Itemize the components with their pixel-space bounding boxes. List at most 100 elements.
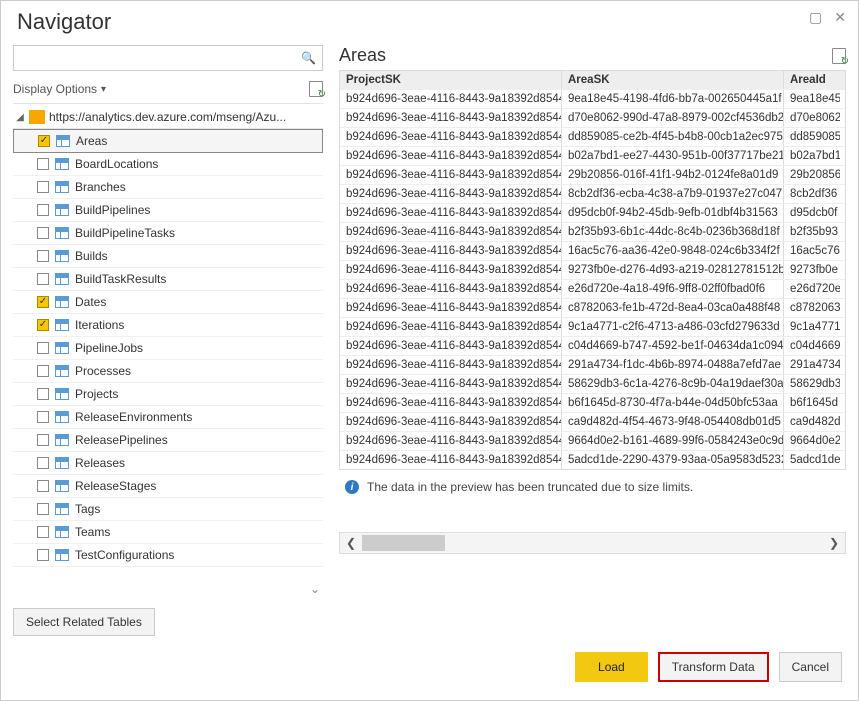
- refresh-preview-icon[interactable]: [832, 48, 846, 64]
- search-icon[interactable]: 🔍: [301, 51, 316, 65]
- checkbox[interactable]: [37, 480, 49, 492]
- table-row[interactable]: b924d696-3eae-4116-8443-9a18392d8544b6f1…: [340, 393, 845, 412]
- tree-item-label: ReleasePipelines: [75, 433, 168, 447]
- table-row[interactable]: b924d696-3eae-4116-8443-9a18392d85448cb2…: [340, 184, 845, 203]
- search-input[interactable]: [20, 50, 301, 66]
- scroll-right-icon[interactable]: ❯: [823, 536, 845, 550]
- tree-item-releases[interactable]: Releases: [13, 452, 323, 475]
- tree-item-buildpipelines[interactable]: BuildPipelines: [13, 199, 323, 222]
- tree-item-label: BuildPipelines: [75, 203, 150, 217]
- cell: b2f35b93: [784, 223, 840, 241]
- table-row[interactable]: b924d696-3eae-4116-8443-9a18392d8544c878…: [340, 298, 845, 317]
- tree-item-processes[interactable]: Processes: [13, 360, 323, 383]
- tree-item-dates[interactable]: ✓Dates: [13, 291, 323, 314]
- display-options-button[interactable]: Display Options ▾: [13, 82, 106, 96]
- scroll-left-icon[interactable]: ❮: [340, 536, 362, 550]
- table-row[interactable]: b924d696-3eae-4116-8443-9a18392d854429b2…: [340, 165, 845, 184]
- table-row[interactable]: b924d696-3eae-4116-8443-9a18392d8544d95d…: [340, 203, 845, 222]
- checkbox[interactable]: [37, 526, 49, 538]
- tree-item-teams[interactable]: Teams: [13, 521, 323, 544]
- checkbox[interactable]: [37, 273, 49, 285]
- table-row[interactable]: b924d696-3eae-4116-8443-9a18392d854416ac…: [340, 241, 845, 260]
- checkbox[interactable]: [37, 549, 49, 561]
- tree-item-testconfigurations[interactable]: TestConfigurations: [13, 544, 323, 567]
- checkbox[interactable]: [37, 204, 49, 216]
- table-row[interactable]: b924d696-3eae-4116-8443-9a18392d85449664…: [340, 431, 845, 450]
- cell: 16ac5c76: [784, 242, 840, 260]
- cell: e26d720e: [784, 280, 840, 298]
- tree-item-iterations[interactable]: ✓Iterations: [13, 314, 323, 337]
- tree-item-label: Processes: [75, 364, 131, 378]
- table-icon: [55, 227, 69, 239]
- table-row[interactable]: b924d696-3eae-4116-8443-9a18392d85449ea1…: [340, 89, 845, 108]
- tree-item-releaseenvironments[interactable]: ReleaseEnvironments: [13, 406, 323, 429]
- col-areaid[interactable]: AreaId: [784, 71, 840, 89]
- scroll-thumb[interactable]: [362, 535, 445, 551]
- tree-item-pipelinejobs[interactable]: PipelineJobs: [13, 337, 323, 360]
- table-row[interactable]: b924d696-3eae-4116-8443-9a18392d85449273…: [340, 260, 845, 279]
- tree-item-builds[interactable]: Builds: [13, 245, 323, 268]
- table-row[interactable]: b924d696-3eae-4116-8443-9a18392d8544b2f3…: [340, 222, 845, 241]
- checkbox[interactable]: [37, 227, 49, 239]
- checkbox[interactable]: [37, 434, 49, 446]
- scroll-track[interactable]: [362, 533, 823, 553]
- table-row[interactable]: b924d696-3eae-4116-8443-9a18392d8544ca9d…: [340, 412, 845, 431]
- table-row[interactable]: b924d696-3eae-4116-8443-9a18392d8544d70e…: [340, 108, 845, 127]
- col-projectsk[interactable]: ProjectSK: [340, 71, 562, 89]
- checkbox[interactable]: [37, 342, 49, 354]
- table-row[interactable]: b924d696-3eae-4116-8443-9a18392d8544e26d…: [340, 279, 845, 298]
- table-icon: [55, 388, 69, 400]
- tree-item-projects[interactable]: Projects: [13, 383, 323, 406]
- checkbox[interactable]: [37, 365, 49, 377]
- table-row[interactable]: b924d696-3eae-4116-8443-9a18392d85449c1a…: [340, 317, 845, 336]
- cell: 9273fb0e: [784, 261, 840, 279]
- search-box[interactable]: 🔍: [13, 45, 323, 71]
- table-icon: [56, 135, 70, 147]
- cell: b924d696-3eae-4116-8443-9a18392d8544: [340, 394, 562, 412]
- table-row[interactable]: b924d696-3eae-4116-8443-9a18392d8544b02a…: [340, 146, 845, 165]
- table-row[interactable]: b924d696-3eae-4116-8443-9a18392d85445adc…: [340, 450, 845, 469]
- tree-item-tags[interactable]: Tags: [13, 498, 323, 521]
- table-row[interactable]: b924d696-3eae-4116-8443-9a18392d85445862…: [340, 374, 845, 393]
- window-buttons: ▢ ✕: [809, 9, 846, 26]
- maximize-icon[interactable]: ▢: [809, 9, 822, 26]
- checkbox[interactable]: ✓: [38, 135, 50, 147]
- tree-item-areas[interactable]: ✓Areas: [13, 129, 323, 153]
- checkbox[interactable]: [37, 503, 49, 515]
- cell: c8782063-fe1b-472d-8ea4-03ca0a488f48: [562, 299, 784, 317]
- cancel-button[interactable]: Cancel: [779, 652, 842, 682]
- close-icon[interactable]: ✕: [834, 9, 846, 26]
- cell: b6f1645d-8730-4f7a-b44e-04d50bfc53aa: [562, 394, 784, 412]
- tree-item-releasepipelines[interactable]: ReleasePipelines: [13, 429, 323, 452]
- checkbox[interactable]: [37, 411, 49, 423]
- checkbox[interactable]: ✓: [37, 319, 49, 331]
- tree-item-label: Releases: [75, 456, 125, 470]
- tree-item-branches[interactable]: Branches: [13, 176, 323, 199]
- checkbox[interactable]: [37, 181, 49, 193]
- refresh-schema-icon[interactable]: [309, 81, 323, 97]
- tree-item-buildtaskresults[interactable]: BuildTaskResults: [13, 268, 323, 291]
- cell: 9c1a4771: [784, 318, 840, 336]
- load-button[interactable]: Load: [575, 652, 648, 682]
- checkbox[interactable]: [37, 158, 49, 170]
- table-row[interactable]: b924d696-3eae-4116-8443-9a18392d8544dd85…: [340, 127, 845, 146]
- cell: b924d696-3eae-4116-8443-9a18392d8544: [340, 90, 562, 108]
- checkbox[interactable]: [37, 457, 49, 469]
- table-row[interactable]: b924d696-3eae-4116-8443-9a18392d8544291a…: [340, 355, 845, 374]
- checkbox[interactable]: ✓: [37, 296, 49, 308]
- select-related-tables-button[interactable]: Select Related Tables: [13, 608, 155, 636]
- scroll-down-icon[interactable]: ⌄: [307, 582, 323, 598]
- tree-item-releasestages[interactable]: ReleaseStages: [13, 475, 323, 498]
- transform-data-button[interactable]: Transform Data: [658, 652, 769, 682]
- tree-item-boardlocations[interactable]: BoardLocations: [13, 153, 323, 176]
- tree-root[interactable]: ◢https://analytics.dev.azure.com/mseng/A…: [13, 106, 323, 129]
- table-icon: [55, 158, 69, 170]
- table-icon: [55, 273, 69, 285]
- col-areask[interactable]: AreaSK: [562, 71, 784, 89]
- tree-item-buildpipelinetasks[interactable]: BuildPipelineTasks: [13, 222, 323, 245]
- checkbox[interactable]: [37, 250, 49, 262]
- table-row[interactable]: b924d696-3eae-4116-8443-9a18392d8544c04d…: [340, 336, 845, 355]
- horizontal-scrollbar[interactable]: ❮ ❯: [339, 532, 846, 554]
- checkbox[interactable]: [37, 388, 49, 400]
- right-panel: Areas ProjectSK AreaSK AreaId b924d696-3…: [339, 45, 846, 636]
